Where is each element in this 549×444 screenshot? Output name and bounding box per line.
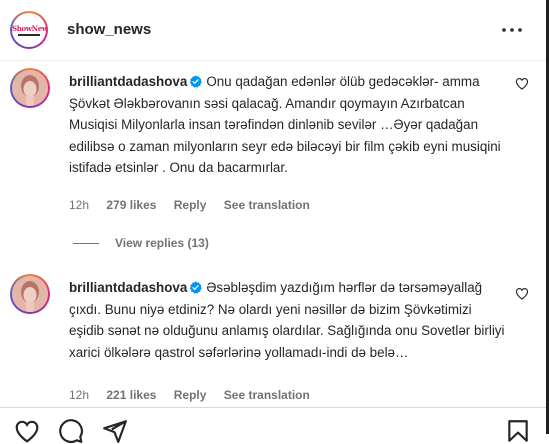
heart-icon[interactable] [515,77,529,90]
comment-body: brilliantdadashova Onu qadağan edənlər öl… [69,71,509,179]
comment-meta: 12h 221 likes Reply See translation [69,388,324,402]
comment-meta: 12h 279 likes Reply See translation [69,198,324,212]
comment-avatar-image [12,70,48,106]
comment-avatar[interactable] [10,68,50,108]
see-translation-link[interactable]: See translation [224,388,310,402]
comment-body: brilliantdadashova Əsəbləşdim yazdığım hə… [69,277,509,363]
avatar-logo-text: ShowNews [12,24,46,33]
comment-likes[interactable]: 279 likes [106,198,156,212]
reply-button[interactable]: Reply [174,388,207,402]
heart-icon[interactable] [14,418,40,444]
view-replies-line [73,243,99,245]
verified-badge-icon [190,281,203,294]
bookmark-icon[interactable] [505,418,531,444]
share-icon[interactable] [102,418,128,444]
comment-icon[interactable] [58,418,84,444]
post-header: ShowNews show_news [0,0,546,61]
avatar-logo-underline [18,34,40,36]
comment-text: Onu qadağan edənlər ölüb gedəcəklər- amm… [69,74,501,176]
comment-time: 12h [69,388,90,402]
comment-avatar[interactable] [10,274,50,314]
reply-button[interactable]: Reply [174,198,207,212]
account-avatar-image: ShowNews [12,13,46,47]
post-username[interactable]: show_news [67,21,151,38]
view-replies-button[interactable]: View replies (13) [73,236,209,250]
comment-time: 12h [69,198,90,212]
heart-icon[interactable] [515,287,529,300]
comment-likes[interactable]: 221 likes [106,388,156,402]
verified-badge-icon [190,75,203,88]
view-replies-label: View replies (13) [115,236,209,250]
comment-avatar-image [12,276,48,312]
comment-username[interactable]: brilliantdadashova [69,74,187,89]
action-bar-divider [0,407,546,408]
more-icon[interactable] [500,20,524,40]
comment-username[interactable]: brilliantdadashova [69,280,187,295]
see-translation-link[interactable]: See translation [224,198,310,212]
account-avatar[interactable]: ShowNews [10,11,48,49]
